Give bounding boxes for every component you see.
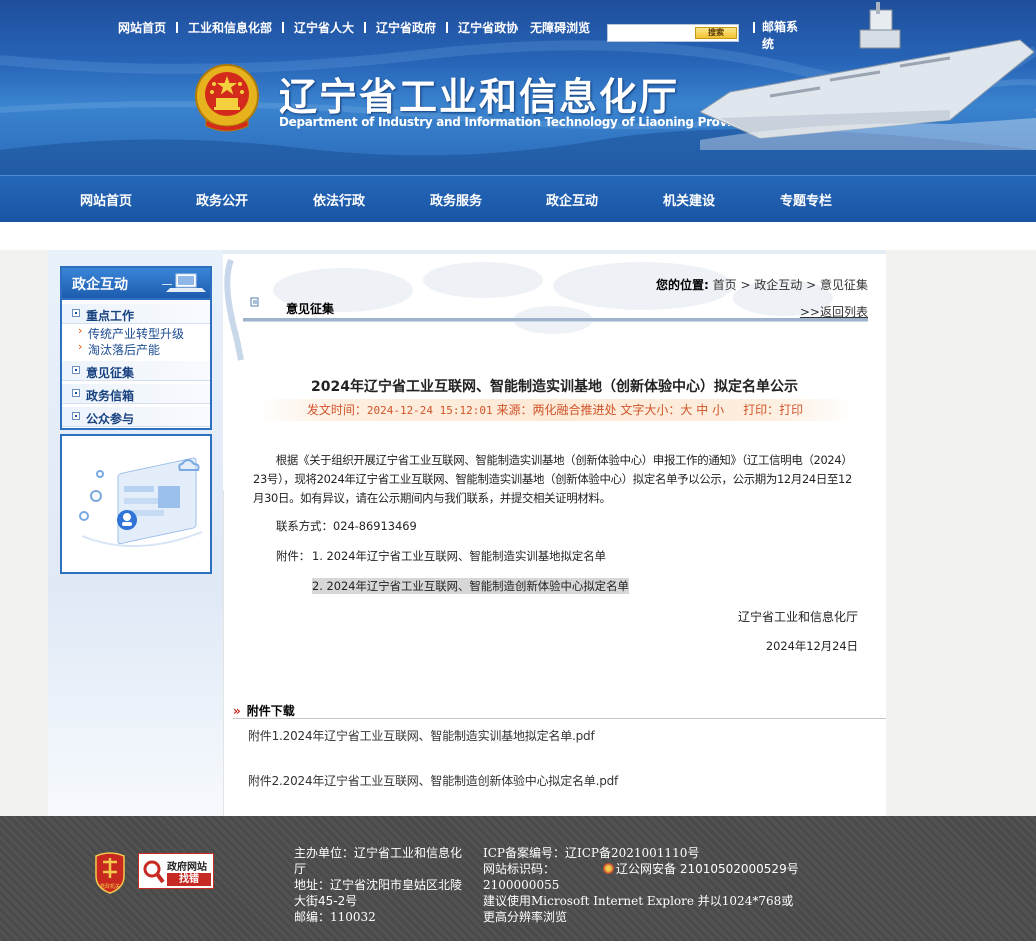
aircraft-carrier-image bbox=[700, 2, 1036, 150]
downloads-heading: » 附件下载 bbox=[233, 704, 295, 718]
divider bbox=[364, 22, 367, 33]
top-links: 网站首页 工业和信息化部 辽宁省人大 辽宁省政府 辽宁省政协 无障碍浏览 bbox=[118, 19, 590, 36]
bullet-icon bbox=[72, 389, 80, 397]
breadcrumb-label: 您的位置: bbox=[655, 278, 709, 292]
footer-postcode: 邮编：110032 bbox=[294, 910, 376, 924]
divider bbox=[282, 22, 285, 33]
service-illustration-icon bbox=[79, 457, 203, 547]
sidebar-item-key-work[interactable]: 重点工作 bbox=[62, 304, 210, 324]
top-link-home[interactable]: 网站首页 bbox=[118, 19, 166, 36]
article-body: 根据《关于组织开展辽宁省工业互联网、智能制造实训基地（创新体验中心）申报工作的通… bbox=[253, 453, 853, 505]
download-file-1[interactable]: 附件1.2024年辽宁省工业互联网、智能制造实训基地拟定名单.pdf bbox=[248, 727, 595, 744]
article-meta: 发文时间：2024-12-24 15:12:01 来源：两化融合推进处 文字大小… bbox=[256, 399, 854, 421]
font-size-large[interactable]: 大 bbox=[680, 403, 692, 417]
top-link-npc[interactable]: 辽宁省人大 bbox=[294, 19, 354, 36]
top-link-accessibility[interactable]: 无障碍浏览 bbox=[530, 19, 590, 36]
site-footer: 党政机关 政府网站 找错 主办单位：辽宁省工业和信息化厅 地址：辽宁省沈阳市皇姑… bbox=[0, 816, 1036, 941]
top-link-cppcc[interactable]: 辽宁省政协 bbox=[458, 19, 518, 36]
spacer-band bbox=[0, 222, 1036, 250]
divider bbox=[223, 490, 224, 816]
breadcrumb: 您的位置: 首页 > 政企互动 > 意见征集 bbox=[656, 276, 868, 293]
attachment-link-1[interactable]: 1. 2024年辽宁省工业互联网、智能制造实训基地拟定名单 bbox=[312, 548, 606, 564]
footer-site-id: 2100000055 bbox=[483, 878, 560, 892]
divider bbox=[233, 718, 886, 719]
site-header: 网站首页 工业和信息化部 辽宁省人大 辽宁省政府 辽宁省政协 无障碍浏览 搜索 … bbox=[0, 0, 1036, 175]
document-icon bbox=[250, 297, 259, 307]
online-service-illustration[interactable] bbox=[60, 434, 212, 574]
footer-registration-info: ICP备案编号：辽ICP备2021001110号 网站标识码： 辽公网安备 21… bbox=[483, 845, 801, 925]
top-link-miit[interactable]: 工业和信息化部 bbox=[188, 19, 272, 36]
footer-police-record[interactable]: 辽公网安备 21010502000529号 bbox=[603, 861, 799, 877]
site-subtitle: Department of Industry and Information T… bbox=[279, 115, 754, 129]
nav-home[interactable]: 网站首页 bbox=[80, 190, 132, 209]
footer-site-id-label: 网站标识码： bbox=[483, 862, 556, 876]
article-title: 2024年辽宁省工业互联网、智能制造实训基地（创新体验中心）拟定名单公示 bbox=[311, 379, 798, 395]
footer-sponsor: 主办单位：辽宁省工业和信息化厅 bbox=[294, 846, 463, 876]
font-size-medium[interactable]: 中 bbox=[696, 403, 708, 417]
sidebar-subitem-capacity[interactable]: 淘汰落后产能 bbox=[76, 339, 210, 358]
section-divider bbox=[243, 318, 868, 322]
attachment-label: 附件： bbox=[276, 549, 311, 563]
nav-gov-affairs[interactable]: 政务公开 bbox=[196, 190, 248, 209]
sidebar-menu: 重点工作 传统产业转型升级 淘汰落后产能 意见征集 政务信箱 公众参与 bbox=[60, 300, 212, 430]
publish-time: 2024-12-24 15:12:01 bbox=[366, 404, 493, 417]
sidebar-heading: 政企互动 bbox=[60, 266, 212, 300]
site-title: 辽宁省工业和信息化厅 bbox=[279, 74, 680, 119]
content-panel: 您的位置: 首页 > 政企互动 > 意见征集 意见征集 >>返回列表 2024年… bbox=[223, 250, 886, 816]
nav-services[interactable]: 政务服务 bbox=[430, 190, 482, 209]
divider bbox=[176, 22, 179, 33]
magnifier-icon bbox=[143, 860, 165, 884]
police-badge-icon bbox=[603, 863, 614, 874]
double-chevron-icon: » bbox=[233, 704, 241, 718]
download-file-2[interactable]: 附件2.2024年辽宁省工业互联网、智能制造创新体验中心拟定名单.pdf bbox=[248, 772, 618, 789]
top-link-gov[interactable]: 辽宁省政府 bbox=[376, 19, 436, 36]
gov-website-find-error-button[interactable]: 政府网站 找错 bbox=[138, 853, 214, 889]
svg-text:党政机关: 党政机关 bbox=[100, 883, 120, 890]
sidebar: 政企互动 重点工作 传统产业转型升级 淘汰落后产能 意见征集 政务信箱 公众参与 bbox=[48, 250, 223, 816]
laptop-icon bbox=[162, 273, 206, 292]
contact-line: 联系方式：024-86913469 bbox=[276, 519, 417, 533]
bullet-icon bbox=[72, 309, 80, 317]
nav-topics[interactable]: 专题专栏 bbox=[780, 190, 832, 209]
breadcrumb-path[interactable]: 首页 > 政企互动 > 意见征集 bbox=[713, 278, 868, 292]
sidebar-subitem-industry-upgrade[interactable]: 传统产业转型升级 bbox=[76, 323, 210, 342]
footer-browser-note: 建议使用Microsoft Internet Explore 并以1024*76… bbox=[483, 894, 794, 924]
article-signer: 辽宁省工业和信息化厅 bbox=[737, 610, 858, 624]
divider bbox=[446, 22, 449, 33]
section-title: 意见征集 bbox=[286, 302, 335, 316]
sidebar-item-participation[interactable]: 公众参与 bbox=[62, 407, 210, 427]
nav-law[interactable]: 依法行政 bbox=[313, 190, 365, 209]
sidebar-item-mailbox[interactable]: 政务信箱 bbox=[62, 384, 210, 404]
footer-contact-info: 主办单位：辽宁省工业和信息化厅 地址：辽宁省沈阳市皇姑区北陵大街45-2号 邮编… bbox=[294, 845, 466, 925]
sidebar-item-solicitation[interactable]: 意见征集 bbox=[62, 361, 210, 381]
sidebar-submenu: 传统产业转型升级 淘汰落后产能 bbox=[76, 323, 210, 358]
sidebar-heading-label: 政企互动 bbox=[72, 277, 128, 293]
nav-interaction[interactable]: 政企互动 bbox=[546, 190, 598, 209]
article-date: 2024年12月24日 bbox=[765, 639, 858, 653]
attachment-link-2[interactable]: 2. 2024年辽宁省工业互联网、智能制造创新体验中心拟定名单 bbox=[312, 578, 629, 594]
party-government-badge[interactable]: 党政机关 bbox=[92, 850, 128, 894]
main-nav: 网站首页 政务公开 依法行政 政务服务 政企互动 机关建设 专题专栏 bbox=[0, 175, 1036, 222]
nav-organization[interactable]: 机关建设 bbox=[663, 190, 715, 209]
bullet-icon bbox=[72, 366, 80, 374]
footer-icp[interactable]: ICP备案编号：辽ICP备2021001110号 bbox=[483, 845, 801, 861]
bullet-icon bbox=[72, 412, 80, 420]
article-source: 两化融合推进处 bbox=[532, 403, 617, 417]
footer-address: 地址：辽宁省沈阳市皇姑区北陵大街45-2号 bbox=[294, 878, 463, 908]
print-link[interactable]: 打印 bbox=[779, 403, 803, 417]
national-emblem-icon bbox=[195, 64, 259, 132]
font-size-small[interactable]: 小 bbox=[712, 403, 724, 417]
